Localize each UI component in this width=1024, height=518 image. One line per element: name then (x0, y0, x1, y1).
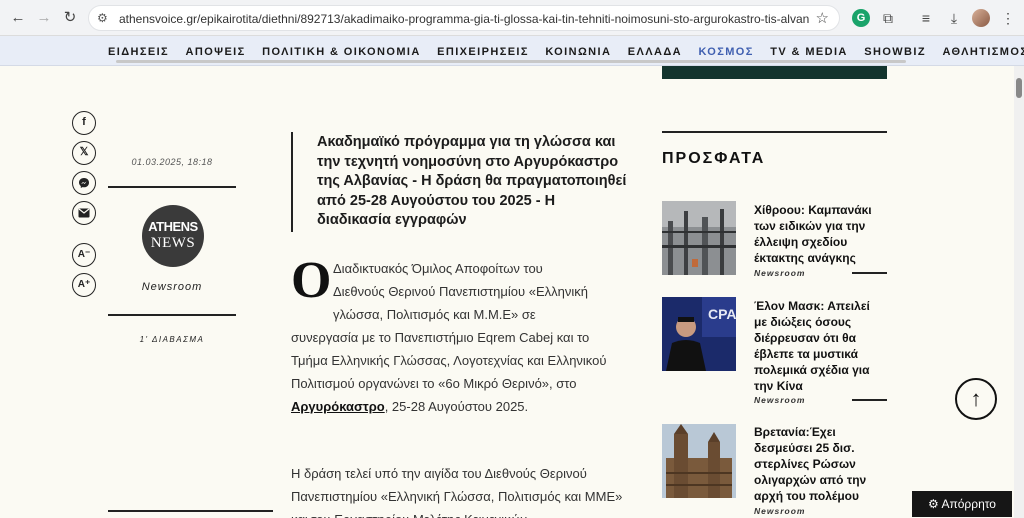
nav-item-society[interactable]: ΚΟΙΝΩΝΙΑ (545, 46, 611, 58)
profile-avatar[interactable] (972, 9, 990, 27)
logo-line-1: ATHENS (148, 219, 198, 234)
story-title[interactable]: Βρετανία:Έχει δεσμεύσει 25 δισ. στερλίνε… (754, 424, 886, 504)
story-thumbnail[interactable]: CPA (662, 297, 737, 371)
story-source: Newsroom (754, 506, 806, 516)
reading-time: 1' ΔΙΑΒΑΣΜΑ (139, 335, 205, 344)
font-decrease-icon[interactable]: A⁻ (72, 243, 96, 267)
story-thumbnail[interactable] (662, 201, 736, 275)
nav-item-business[interactable]: ΕΠΙΧΕΙΡΗΣΕΙΣ (437, 46, 529, 58)
forward-icon[interactable]: → (34, 8, 54, 28)
athens-news-logo[interactable]: ATHENS NEWS (142, 205, 204, 267)
divider (108, 510, 273, 512)
nav-item-showbiz[interactable]: SHOWBIZ (864, 46, 926, 58)
nav-list: ΕΙΔΗΣΕΙΣ ΑΠΟΨΕΙΣ ΠΟΛΙΤΙΚΗ & ΟΙΚΟΝΟΜΙΑ ΕΠ… (108, 42, 1024, 60)
story-thumbnail[interactable] (662, 424, 736, 498)
paragraph-text: συνεργασία με το Πανεπιστήμιο Eqrem Cabe… (291, 330, 607, 391)
font-increase-icon[interactable]: A⁺ (72, 273, 96, 297)
bookmark-star-icon[interactable]: ☆ (816, 9, 829, 27)
url-text[interactable]: athensvoice.gr/epikairotita/diethni/8927… (119, 12, 809, 26)
article-date: 01.03.2025, 18:18 (131, 157, 213, 167)
nav-item-tv-media[interactable]: TV & MEDIA (770, 46, 848, 58)
author-name[interactable]: Newsroom (108, 281, 236, 293)
tune-icon[interactable]: ⚙ (97, 11, 108, 25)
email-share-icon[interactable] (72, 201, 96, 225)
back-icon[interactable]: ← (8, 8, 28, 28)
paragraph-text: , 25-28 Αυγούστου 2025. (384, 399, 529, 414)
menu-kebab-icon[interactable]: ⋮ (998, 8, 1018, 28)
nav-item-sports[interactable]: ΑΘΛΗΤΙΣΜΟΣ (942, 46, 1024, 58)
paragraph-body: Η δράση τελεί υπό την αιγίδα του Διεθνού… (291, 466, 623, 518)
messenger-share-icon[interactable] (72, 171, 96, 195)
privacy-label: Απόρρητο (941, 497, 996, 511)
recent-heading: ΠΡΟΣΦΑΤΑ (662, 150, 766, 167)
nav-item-opinions[interactable]: ΑΠΟΨΕΙΣ (186, 46, 246, 58)
nav-item-greece[interactable]: ΕΛΛΑΔΑ (628, 46, 682, 58)
divider (662, 131, 887, 133)
lede-accent-bar (291, 132, 293, 232)
paragraph-line: Διεθνούς Θερινού Πανεπιστημίου «Ελληνική (333, 284, 588, 299)
scrollbar-thumb[interactable] (1016, 78, 1022, 98)
story-source: Newsroom (754, 395, 806, 405)
download-icon[interactable]: ⤓ (944, 8, 964, 28)
paragraph-line: γλώσσα, Πολιτισμός και Μ.Μ.Ε» σε (333, 307, 536, 322)
privacy-button[interactable]: ⚙ Απόρρητο (912, 491, 1012, 517)
x-share-icon[interactable]: 𝕏 (72, 141, 96, 165)
nav-horizontal-scrollbar[interactable] (116, 60, 906, 63)
browser-toolbar: ← → ↻ ⚙ athensvoice.gr/epikairotita/diet… (0, 0, 1024, 36)
reload-icon[interactable]: ↻ (60, 8, 80, 28)
story-title[interactable]: Χίθροου: Καμπανάκι των ειδικών για την έ… (754, 202, 886, 266)
argyrokastro-link[interactable]: Αργυρόκαστρο (291, 399, 385, 414)
grammarly-extension-icon[interactable]: G (852, 9, 870, 27)
nav-item-politics-economy[interactable]: ΠΟΛΙΤΙΚΗ & ΟΙΚΟΝΟΜΙΑ (262, 46, 421, 58)
divider (108, 314, 236, 316)
paragraph-body: συνεργασία με το Πανεπιστήμιο Eqrem Cabe… (291, 326, 626, 418)
address-bar[interactable]: ⚙ athensvoice.gr/epikairotita/diethni/89… (88, 5, 840, 31)
page-scrollbar[interactable] (1014, 66, 1024, 518)
logo-line-2: NEWS (150, 235, 196, 251)
nav-item-world[interactable]: ΚΟΣΜΟΣ (698, 46, 753, 58)
paragraph-line: Διαδικτυακός Όμιλος Αποφοίτων του (333, 261, 543, 276)
facebook-share-icon[interactable]: f (72, 111, 96, 135)
back-to-top-button[interactable]: ↑ (955, 378, 997, 420)
svg-text:CPA: CPA (708, 306, 736, 322)
sidebar-banner (662, 66, 887, 79)
divider (852, 399, 887, 401)
media-queue-icon[interactable]: ≡ (916, 8, 936, 28)
article-lede: Ακαδημαϊκό πρόγραμμα για τη γλώσσα και τ… (317, 134, 627, 228)
gear-icon: ⚙ (928, 497, 939, 511)
divider (852, 272, 887, 274)
divider (108, 186, 236, 188)
extensions-puzzle-icon[interactable]: ⧉ (878, 8, 898, 28)
story-title[interactable]: Έλον Μασκ: Απειλεί με διώξεις όσους διέρ… (754, 298, 886, 394)
nav-item-news[interactable]: ΕΙΔΗΣΕΙΣ (108, 46, 169, 58)
drop-cap: Ο (291, 252, 332, 309)
story-source: Newsroom (754, 268, 806, 278)
